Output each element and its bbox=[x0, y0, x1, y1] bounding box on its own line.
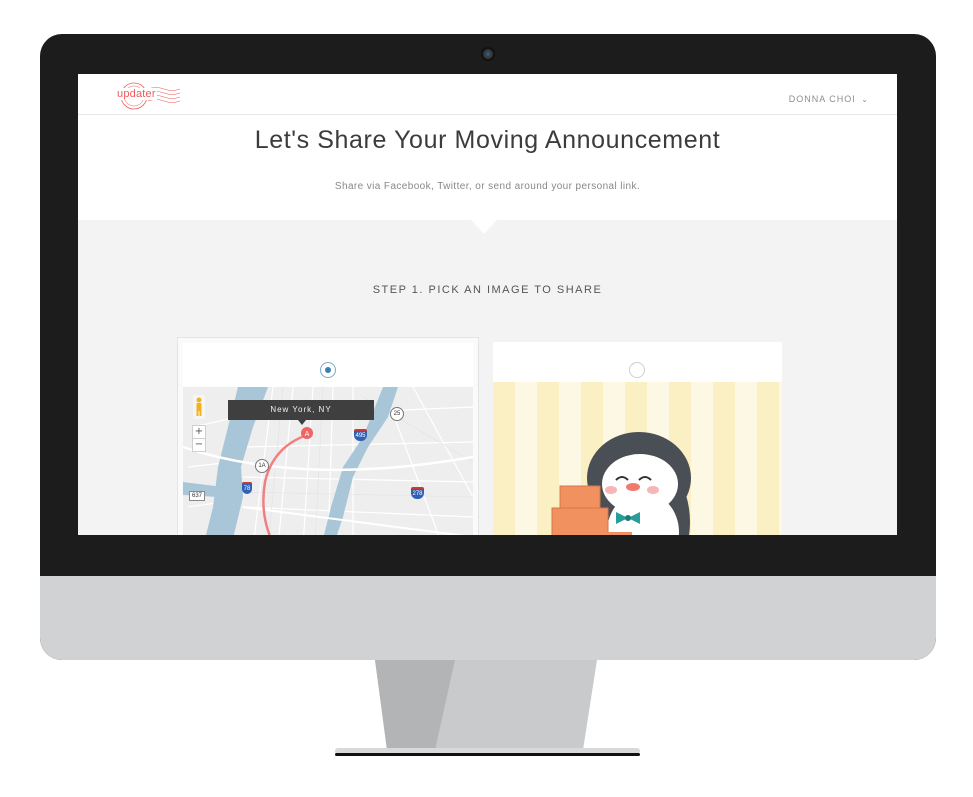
map-location-label: New York, NY bbox=[228, 400, 374, 425]
zoom-in-button[interactable]: + bbox=[192, 425, 206, 439]
user-name: DONNA CHOI bbox=[788, 94, 856, 104]
image-option-penguin[interactable] bbox=[493, 342, 782, 535]
interstate-shield-icon: 278 bbox=[411, 487, 424, 499]
road-label: 25 bbox=[390, 407, 404, 421]
monitor-chin bbox=[40, 576, 936, 660]
screen: updater DONNA CHOI ⌄ Let's Share Your Mo… bbox=[78, 74, 897, 535]
road-label: 637 bbox=[189, 491, 206, 501]
logo-text: updater bbox=[116, 88, 157, 100]
penguin-preview bbox=[493, 382, 782, 535]
user-menu[interactable]: DONNA CHOI ⌄ bbox=[789, 94, 869, 104]
monitor-stand bbox=[335, 660, 640, 756]
street-view-pegman-icon[interactable] bbox=[193, 395, 205, 419]
road-label: 1A bbox=[255, 459, 269, 473]
page-subtitle: Share via Facebook, Twitter, or send aro… bbox=[334, 181, 641, 192]
section-pointer bbox=[471, 220, 497, 234]
updater-logo[interactable]: updater bbox=[114, 81, 184, 111]
interstate-shield-icon: 78 bbox=[242, 482, 252, 494]
radio-penguin-option[interactable] bbox=[629, 362, 645, 378]
webcam-icon bbox=[483, 49, 493, 59]
top-nav: updater DONNA CHOI ⌄ bbox=[78, 74, 897, 115]
map-preview: A + − New York, NY 637 25 495 278 78 1A bbox=[182, 386, 474, 535]
zoom-out-button[interactable]: − bbox=[192, 438, 206, 452]
radio-map-option[interactable] bbox=[320, 362, 336, 378]
penguin-illustration-image bbox=[493, 382, 782, 535]
page-title: Let's Share Your Moving Announcement bbox=[254, 126, 721, 154]
chevron-down-icon: ⌄ bbox=[861, 95, 869, 104]
image-option-map[interactable]: A + − New York, NY 637 25 495 278 78 1A bbox=[177, 337, 479, 535]
map-card-inner: A + − New York, NY 637 25 495 278 78 1A bbox=[182, 343, 474, 535]
step-label: STEP 1. PICK AN IMAGE TO SHARE bbox=[372, 284, 603, 296]
interstate-shield-icon: 495 bbox=[354, 429, 367, 441]
map-marker-letter: A bbox=[305, 430, 310, 438]
